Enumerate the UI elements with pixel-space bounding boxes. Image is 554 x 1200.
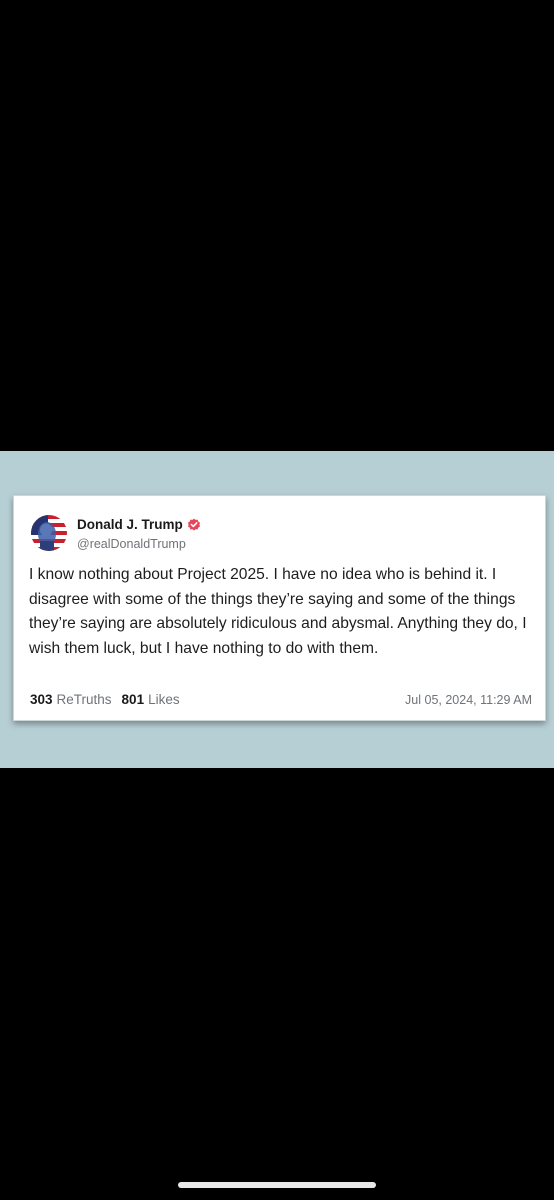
likes-count: 801 — [121, 692, 145, 707]
truth-post-card[interactable]: Donald J. Trump @realDonaldTrump I know … — [13, 495, 546, 721]
avatar[interactable] — [31, 515, 67, 551]
likes-label: Likes — [148, 692, 180, 707]
likes-stat[interactable]: 801 Likes — [122, 692, 180, 707]
retruths-stat[interactable]: 303 ReTruths — [30, 692, 112, 707]
post-text: I know nothing about Project 2025. I hav… — [29, 566, 527, 657]
display-name[interactable]: Donald J. Trump — [77, 517, 183, 532]
post-timestamp: Jul 05, 2024, 11:29 AM — [405, 693, 532, 707]
author-name-row: Donald J. Trump — [77, 517, 201, 532]
screen: Donald J. Trump @realDonaldTrump I know … — [0, 0, 554, 1200]
handle[interactable]: @realDonaldTrump — [77, 537, 186, 551]
verified-badge-icon — [187, 518, 201, 532]
post-stats: 303 ReTruths 801 Likes — [30, 692, 180, 707]
retruths-count: 303 — [30, 692, 53, 707]
retruths-label: ReTruths — [56, 692, 112, 707]
home-indicator[interactable] — [178, 1182, 376, 1188]
flag-portrait-icon — [31, 515, 67, 551]
